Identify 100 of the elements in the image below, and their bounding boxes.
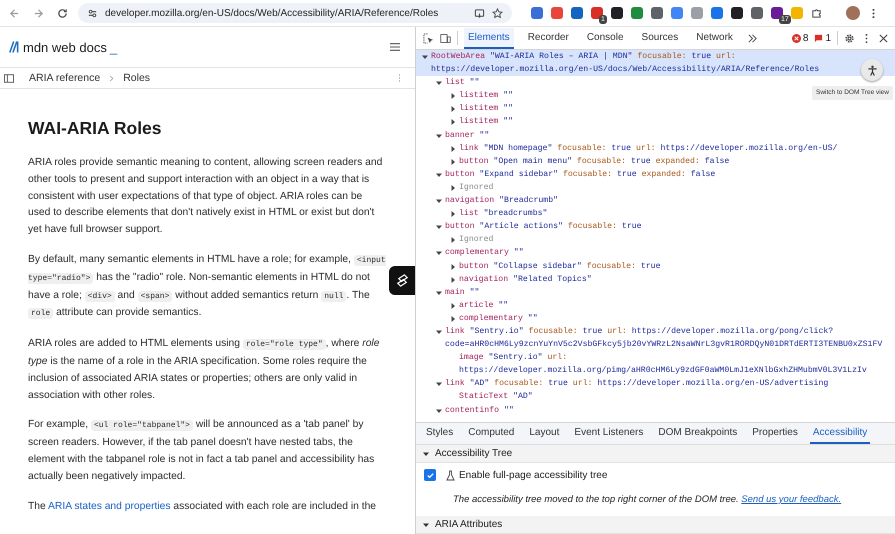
cast-icon[interactable] [474,8,485,18]
extension-icon[interactable] [771,7,783,19]
caret-right-icon[interactable] [450,211,456,218]
link[interactable]: ARIA states and properties [48,500,171,512]
extension-icon[interactable] [611,7,623,19]
tree-node-text: article "" [459,300,508,312]
mdn-logo-icon [9,40,20,54]
caret-down-icon[interactable] [423,522,429,528]
tree-row[interactable]: list "breadcrumbs" [450,207,548,220]
puzzle-icon[interactable] [811,8,822,18]
error-count[interactable]: 8 [792,32,808,44]
caret-right-icon[interactable] [450,264,456,270]
caret-down-icon[interactable] [436,224,442,230]
caret-down-icon[interactable] [436,198,442,204]
tree-node-text: list "" [445,77,480,90]
caret-right-icon[interactable] [450,106,456,112]
caret-down-icon[interactable] [436,290,442,296]
panel-tab[interactable]: Layout [526,423,562,444]
profile-avatar[interactable] [846,6,860,20]
issue-count[interactable]: 1 [814,32,831,44]
caret-down-icon[interactable] [436,328,442,335]
star-icon[interactable] [492,8,503,18]
panel-tab[interactable]: Properties [749,423,801,444]
tree-node-text: complementary "" [459,312,538,325]
breadcrumb-link[interactable]: ARIA reference [29,72,100,84]
devtools-tab[interactable]: Sources [638,28,682,48]
tree-node-text: listitem "" [459,116,514,128]
caret-right-icon[interactable] [450,119,456,126]
breadcrumb-link[interactable]: Roles [123,72,150,84]
caret-down-icon[interactable] [423,450,429,456]
devtools-tab[interactable]: Elements [464,28,514,48]
extension-icon[interactable] [731,7,743,19]
checkmark-icon [426,470,434,480]
menu-icon[interactable] [389,42,401,52]
tree-row[interactable]: StaticText "AD" [450,390,533,404]
sidebar-toggle-icon[interactable] [4,74,14,82]
double-chevron-icon[interactable] [746,32,758,44]
device-toolbar-icon[interactable] [440,32,451,44]
tree-row[interactable]: listitem "" [450,89,514,102]
devtools-tab[interactable]: Recorder [524,28,573,48]
panel-tab[interactable]: DOM Breakpoints [655,423,740,444]
settings-icon[interactable] [844,32,855,44]
caret-down-icon[interactable] [436,381,442,388]
forward-arrow-icon[interactable] [33,8,44,18]
caret-right-icon[interactable] [450,93,456,100]
section-title: ARIA Attributes [435,519,502,530]
tree-row[interactable]: contentinfo "" [436,404,514,417]
caret-right-icon[interactable] [450,146,456,152]
site-settings-icon[interactable] [87,8,98,18]
panel-tab[interactable]: Event Listeners [571,423,646,444]
tree-row[interactable]: main "" [436,286,480,299]
caret-down-icon[interactable] [436,172,442,178]
tree-row[interactable]: banner "" [436,128,490,142]
floating-button[interactable] [389,266,415,295]
mdn-logo[interactable]: mdn web docs _ [9,40,118,54]
tree-node-text: RootWebArea "WAI-ARIA Roles – ARIA | MDN" focusable: true url: https://developer.mozilla.org/en-US/docs/Web/Accessibility/ARIA/Reference/Roles [431,51,820,76]
close-icon[interactable] [878,32,889,44]
caret-down-icon[interactable] [436,408,442,414]
logo-icon [394,273,410,288]
caret-right-icon[interactable] [450,276,456,283]
caret-down-icon[interactable] [436,132,442,139]
tree-row[interactable]: listitem "" [450,115,514,129]
tree-node-text: main "" [445,286,480,299]
caret-right-icon[interactable] [450,316,456,322]
error-icon [792,34,801,42]
address-bar[interactable]: developer.mozilla.org/en-US/docs/Web/Accessibility/ARIA/Reference/Roles [78,3,512,23]
back-arrow-icon[interactable] [9,8,20,18]
caret-right-icon[interactable] [450,237,456,244]
note-text: The accessibility tree moved to the top right corner of the DOM tree. [453,494,739,505]
tree-row[interactable]: complementary "" [450,312,538,325]
article-title: WAI-ARIA Roles [28,118,163,139]
extension-icon[interactable] [751,7,763,19]
devtools-tab[interactable]: Console [582,28,628,48]
extension-icon[interactable] [651,7,663,19]
caret-right-icon[interactable] [450,158,456,165]
reload-icon[interactable] [57,8,68,18]
feedback-link[interactable]: Send us your feedback. [741,494,842,505]
caret-down-icon[interactable] [436,250,442,256]
tree-row[interactable]: article "" [450,298,508,312]
checkbox[interactable] [424,469,436,481]
section-header[interactable]: ARIA Attributes [416,516,895,534]
caret-down-icon[interactable] [436,80,442,86]
panel-tab[interactable]: Computed [465,423,518,444]
tree-row[interactable]: list "" [436,76,480,90]
paragraph: By default, many semantic elements in HTML have a role; for example, <input type="radio"> has the "radio" role. Non-semantic elements in HTML do not have a role; <div> and <span> without added semantics return null . The role attribute can provide semantics. [28,252,387,322]
tree-node-text: banner "" [445,130,490,142]
section-header[interactable]: Accessibility Tree [416,445,895,463]
panel-tab[interactable]: Styles [423,423,456,444]
caret-right-icon[interactable] [450,184,456,191]
tree-row[interactable]: RootWebArea "WAI-ARIA Roles – ARIA | MDN" focusable: true url: https://developer.mozilla.org/en-US/docs/Web/Accessibility/ARIA/Reference/Roles [416,50,895,76]
tree-row[interactable]: listitem "" [450,102,514,116]
tree-node-text: contentinfo "" [445,404,514,417]
tree-node-text: complementary "" [445,247,524,260]
devtools-tab[interactable]: Network [692,28,737,48]
caret-right-icon[interactable] [450,302,456,309]
caret-down-icon[interactable] [422,54,428,60]
paragraph: ARIA roles provide semantic meaning to content, allowing screen readers and other tools to present and support interaction with an object in a way that is consistent with user expectations of that type of object. ARIA roles can be used to describe elements that don't natively exist in HTML or exist but don't yet have full browser support. [28,156,384,238]
tree-row[interactable]: complementary "" [436,246,524,260]
extension-icon[interactable] [591,7,603,19]
inspect-icon[interactable] [423,32,434,44]
